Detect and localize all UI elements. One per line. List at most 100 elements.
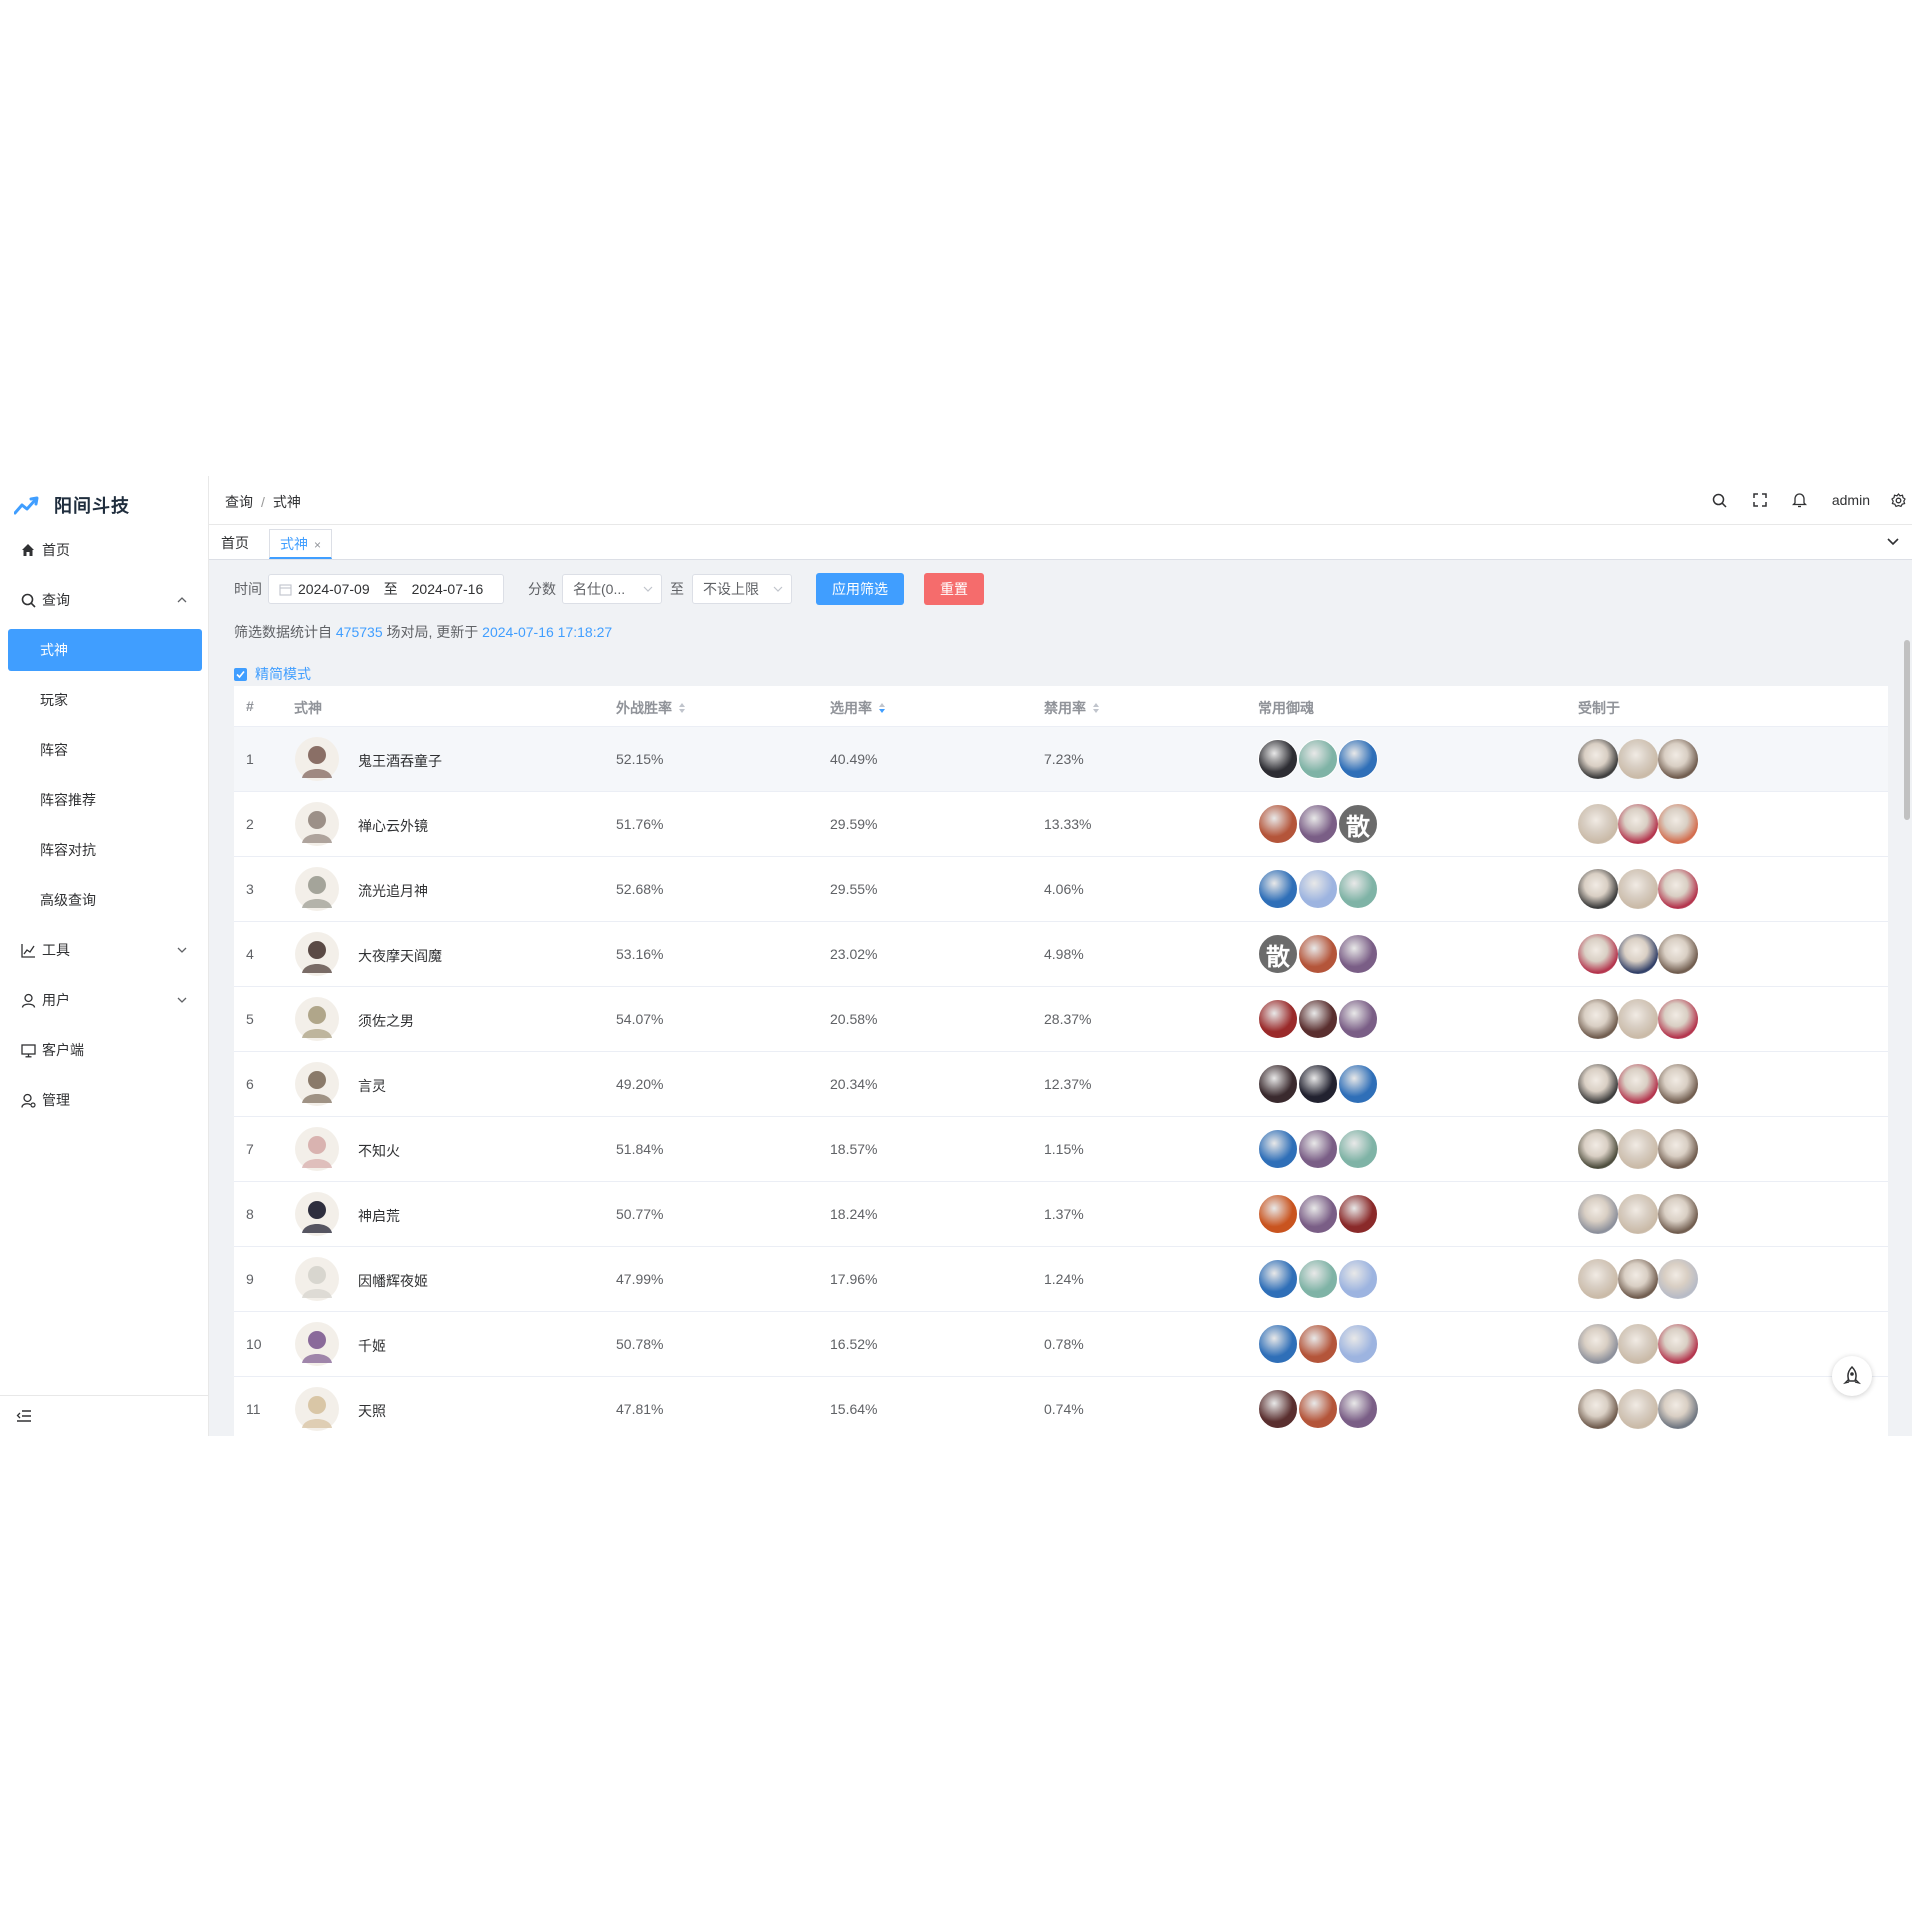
- shikigami-name[interactable]: 禅心云外镜: [358, 816, 428, 836]
- sort-desc-icon[interactable]: [878, 702, 886, 714]
- counter-shikigami-icon[interactable]: [1658, 1324, 1698, 1364]
- soul-icon[interactable]: [1298, 1064, 1338, 1104]
- counter-shikigami-icon[interactable]: [1578, 869, 1618, 909]
- soul-icon[interactable]: [1258, 804, 1298, 844]
- col-win-rate[interactable]: 外战胜率: [616, 698, 686, 718]
- date-start[interactable]: 2024-07-09: [298, 581, 370, 597]
- bell-icon[interactable]: [1780, 476, 1820, 524]
- soul-icon[interactable]: [1298, 739, 1338, 779]
- table-row[interactable]: 2 禅心云外镜 51.76% 29.59% 13.33% 散: [234, 792, 1888, 857]
- sidebar-item-client[interactable]: 客户端: [0, 1030, 208, 1070]
- soul-icon[interactable]: [1338, 934, 1378, 974]
- shikigami-name[interactable]: 言灵: [358, 1076, 386, 1096]
- sort-icon[interactable]: [678, 702, 686, 714]
- shikigami-name[interactable]: 神启荒: [358, 1206, 400, 1226]
- sidebar-subitem-players[interactable]: 玩家: [0, 680, 208, 720]
- sidebar-subitem-lineup[interactable]: 阵容: [0, 730, 208, 770]
- counter-shikigami-icon[interactable]: [1578, 804, 1618, 844]
- reset-button[interactable]: 重置: [924, 573, 984, 605]
- soul-icon[interactable]: [1338, 1389, 1378, 1429]
- counter-shikigami-icon[interactable]: [1658, 1194, 1698, 1234]
- soul-icon[interactable]: [1338, 1129, 1378, 1169]
- soul-icon[interactable]: [1298, 1389, 1338, 1429]
- sort-icon[interactable]: [1092, 702, 1100, 714]
- counter-shikigami-icon[interactable]: [1578, 1129, 1618, 1169]
- shikigami-name[interactable]: 不知火: [358, 1141, 400, 1161]
- date-end[interactable]: 2024-07-16: [412, 581, 484, 597]
- counter-shikigami-icon[interactable]: [1618, 1259, 1658, 1299]
- sidebar-item-users[interactable]: 用户: [0, 980, 208, 1020]
- breadcrumb-item[interactable]: 查询: [225, 494, 253, 510]
- counter-shikigami-icon[interactable]: [1658, 739, 1698, 779]
- soul-icon[interactable]: [1338, 1259, 1378, 1299]
- sidebar-subitem-lineup-versus[interactable]: 阵容对抗: [0, 830, 208, 870]
- counter-shikigami-icon[interactable]: [1578, 934, 1618, 974]
- counter-shikigami-icon[interactable]: [1578, 1194, 1618, 1234]
- soul-icon[interactable]: [1298, 1324, 1338, 1364]
- sidebar-item-home[interactable]: 首页: [0, 530, 208, 570]
- table-row[interactable]: 9 因幡辉夜姬 47.99% 17.96% 1.24%: [234, 1247, 1888, 1312]
- soul-icon[interactable]: [1298, 1259, 1338, 1299]
- soul-icon[interactable]: [1298, 869, 1338, 909]
- counter-shikigami-icon[interactable]: [1618, 869, 1658, 909]
- simple-mode-checkbox[interactable]: 精简模式: [234, 664, 311, 684]
- counter-shikigami-icon[interactable]: [1618, 739, 1658, 779]
- apply-filter-button[interactable]: 应用筛选: [816, 573, 904, 605]
- table-row[interactable]: 4 大夜摩天阎魔 53.16% 23.02% 4.98% 散: [234, 922, 1888, 987]
- counter-shikigami-icon[interactable]: [1578, 1324, 1618, 1364]
- table-row[interactable]: 1 鬼王酒吞童子 52.15% 40.49% 7.23%: [234, 727, 1888, 792]
- soul-icon[interactable]: [1298, 934, 1338, 974]
- user-name[interactable]: admin: [1832, 492, 1870, 508]
- sidebar-subitem-lineup-recommend[interactable]: 阵容推荐: [0, 780, 208, 820]
- soul-icon[interactable]: [1298, 999, 1338, 1039]
- counter-shikigami-icon[interactable]: [1578, 1259, 1618, 1299]
- counter-shikigami-icon[interactable]: [1658, 1389, 1698, 1429]
- settings-gear-icon[interactable]: [1884, 476, 1912, 524]
- soul-icon[interactable]: [1338, 739, 1378, 779]
- shikigami-name[interactable]: 天照: [358, 1401, 386, 1421]
- shikigami-name[interactable]: 因幡辉夜姬: [358, 1271, 428, 1291]
- soul-icon[interactable]: [1258, 1389, 1298, 1429]
- fullscreen-icon[interactable]: [1740, 476, 1780, 524]
- table-row[interactable]: 8 神启荒 50.77% 18.24% 1.37%: [234, 1182, 1888, 1247]
- counter-shikigami-icon[interactable]: [1618, 1324, 1658, 1364]
- soul-icon[interactable]: [1338, 869, 1378, 909]
- counter-shikigami-icon[interactable]: [1618, 1389, 1658, 1429]
- counter-shikigami-icon[interactable]: [1618, 1129, 1658, 1169]
- col-ban-rate[interactable]: 禁用率: [1044, 698, 1100, 718]
- soul-icon[interactable]: [1338, 1194, 1378, 1234]
- soul-icon[interactable]: [1338, 1064, 1378, 1104]
- soul-icon[interactable]: [1298, 1129, 1338, 1169]
- collapse-sidebar-icon[interactable]: [16, 1409, 32, 1423]
- table-row[interactable]: 11 天照 47.81% 15.64% 0.74%: [234, 1377, 1888, 1436]
- soul-icon[interactable]: [1258, 869, 1298, 909]
- counter-shikigami-icon[interactable]: [1658, 869, 1698, 909]
- date-range-picker[interactable]: 2024-07-09 至 2024-07-16: [268, 574, 504, 604]
- counter-shikigami-icon[interactable]: [1658, 1129, 1698, 1169]
- table-row[interactable]: 7 不知火 51.84% 18.57% 1.15%: [234, 1117, 1888, 1182]
- table-row[interactable]: 3 流光追月神 52.68% 29.55% 4.06%: [234, 857, 1888, 922]
- soul-scatter-icon[interactable]: 散: [1258, 934, 1298, 974]
- soul-icon[interactable]: [1258, 739, 1298, 779]
- counter-shikigami-icon[interactable]: [1658, 1259, 1698, 1299]
- soul-icon[interactable]: [1258, 1064, 1298, 1104]
- counter-shikigami-icon[interactable]: [1578, 999, 1618, 1039]
- table-row[interactable]: 10 千姬 50.78% 16.52% 0.78%: [234, 1312, 1888, 1377]
- counter-shikigami-icon[interactable]: [1618, 804, 1658, 844]
- scrollbar[interactable]: [1904, 640, 1910, 820]
- shikigami-name[interactable]: 千姬: [358, 1336, 386, 1356]
- soul-icon[interactable]: [1338, 999, 1378, 1039]
- counter-shikigami-icon[interactable]: [1578, 739, 1618, 779]
- logo[interactable]: 阳间斗技: [14, 490, 130, 520]
- close-icon[interactable]: ×: [314, 538, 321, 552]
- table-row[interactable]: 5 须佐之男 54.07% 20.58% 28.37%: [234, 987, 1888, 1052]
- soul-icon[interactable]: [1258, 999, 1298, 1039]
- shikigami-name[interactable]: 大夜摩天阎魔: [358, 946, 442, 966]
- counter-shikigami-icon[interactable]: [1618, 1064, 1658, 1104]
- soul-scatter-icon[interactable]: 散: [1338, 804, 1378, 844]
- sidebar-item-query[interactable]: 查询: [0, 580, 208, 620]
- soul-icon[interactable]: [1338, 1324, 1378, 1364]
- sidebar-item-admin[interactable]: 管理: [0, 1080, 208, 1120]
- soul-icon[interactable]: [1258, 1194, 1298, 1234]
- score-max-select[interactable]: 不设上限: [692, 574, 792, 604]
